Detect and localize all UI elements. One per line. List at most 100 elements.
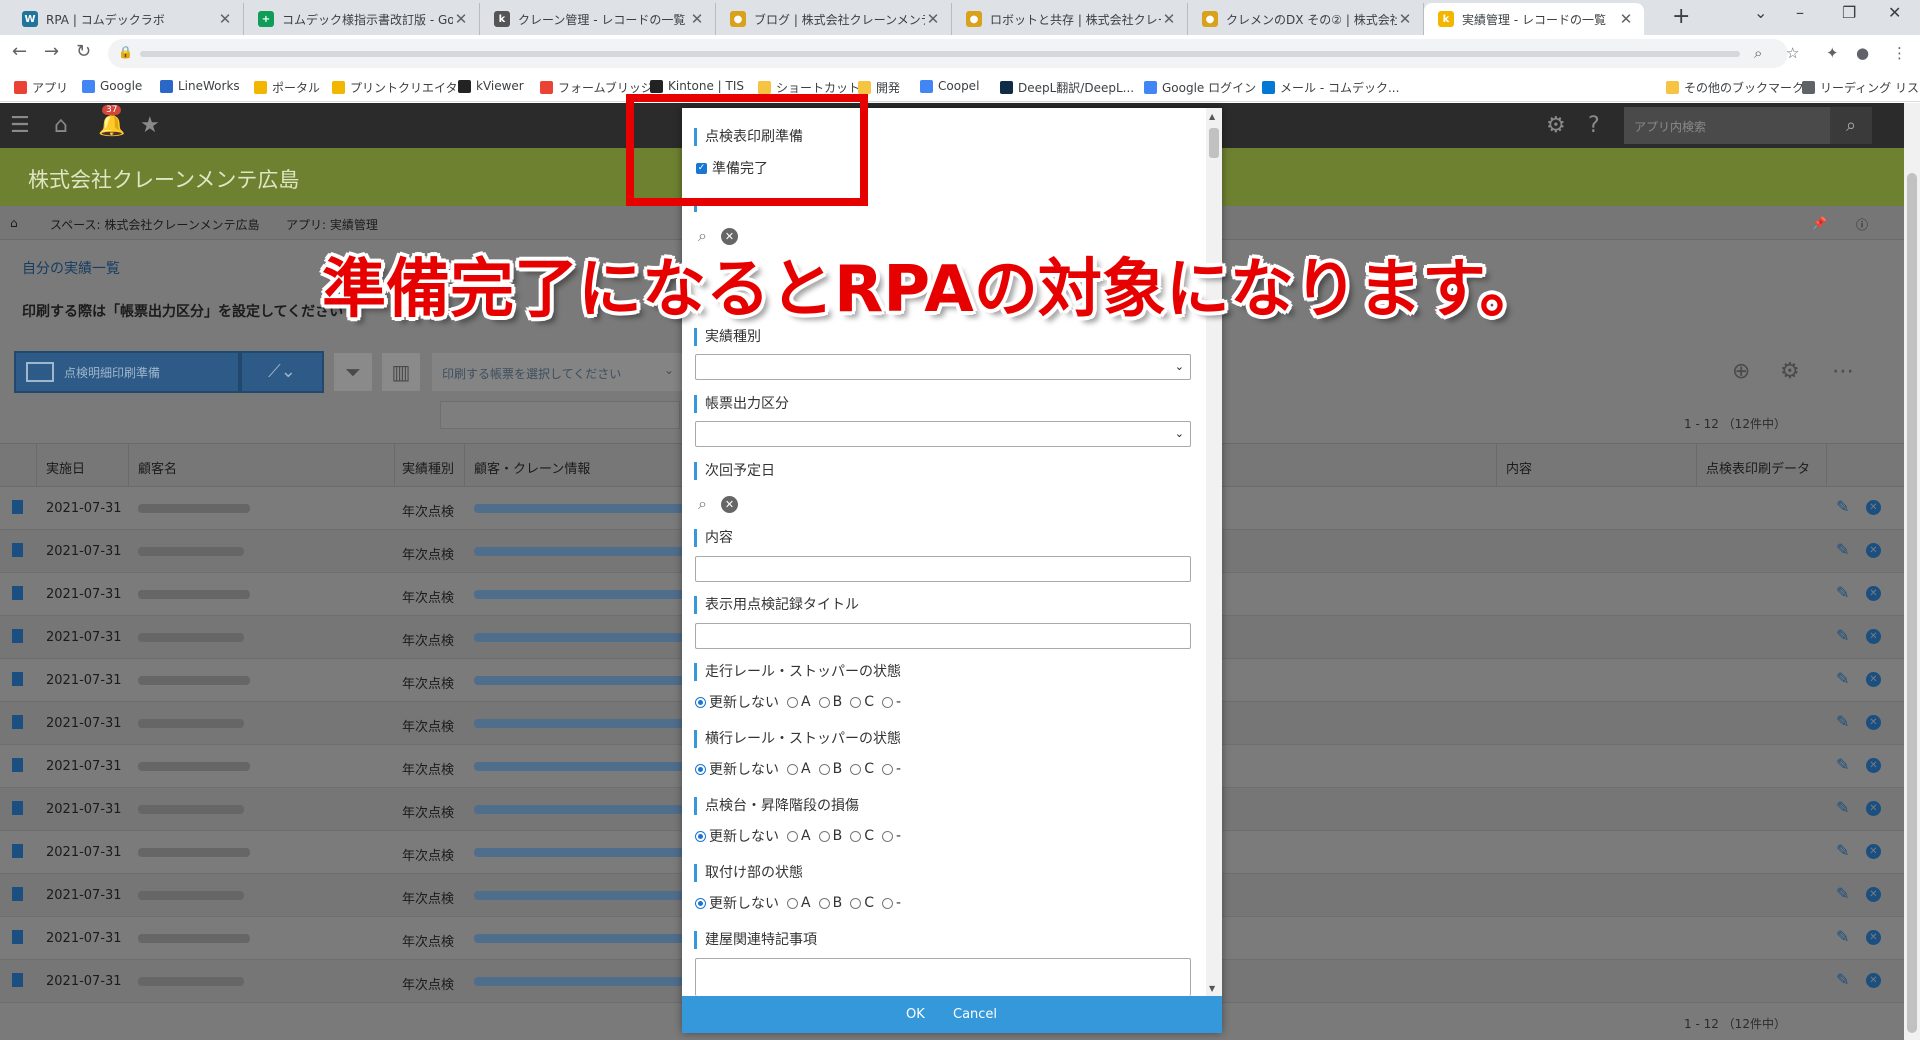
delete-icon[interactable]: ✕ xyxy=(1866,973,1881,988)
edit-pencil-icon[interactable]: ✎ xyxy=(1836,755,1849,774)
radio-empty-icon[interactable] xyxy=(787,897,798,909)
edit-pencil-icon[interactable]: ✎ xyxy=(1836,540,1849,559)
display-title-input[interactable] xyxy=(695,623,1191,649)
column-date[interactable]: 実施日 xyxy=(46,458,85,477)
profile-avatar-icon[interactable]: ● xyxy=(1856,44,1869,62)
bookmark-item[interactable]: Google ログイン xyxy=(1144,79,1256,96)
radio-option[interactable]: B xyxy=(818,694,842,710)
delete-icon[interactable]: ✕ xyxy=(1866,844,1881,859)
radio-empty-icon[interactable] xyxy=(850,897,862,909)
radio-empty-icon[interactable] xyxy=(850,830,862,842)
record-detail-icon[interactable] xyxy=(12,715,23,729)
bookmark-item[interactable]: Google xyxy=(82,79,142,93)
cell-crane-info-redacted[interactable] xyxy=(474,633,684,642)
browser-tab[interactable]: ● ロボットと共存 | 株式会社クレーンメ✕ xyxy=(952,3,1188,35)
help-icon[interactable]: ? xyxy=(1588,113,1600,138)
space-name[interactable]: 株式会社クレーンメンテ広島 xyxy=(28,164,299,194)
quick-filter-input[interactable] xyxy=(440,401,680,429)
record-detail-icon[interactable] xyxy=(12,973,23,987)
chart-icon[interactable]: ▥ xyxy=(382,353,420,391)
home-icon[interactable]: ⌂ xyxy=(54,113,68,138)
record-detail-icon[interactable] xyxy=(12,801,23,815)
cell-crane-info-redacted[interactable] xyxy=(474,676,684,685)
dialog-scrollbar-thumb[interactable] xyxy=(1209,128,1219,158)
page-scrollbar[interactable] xyxy=(1904,103,1920,1040)
bookmark-item[interactable]: メール - コムデック... xyxy=(1262,79,1399,96)
edit-pencil-icon[interactable]: ✎ xyxy=(1836,712,1849,731)
favorites-star-icon[interactable]: ★ xyxy=(140,113,160,138)
close-tab-icon[interactable]: ✕ xyxy=(453,10,469,28)
close-tab-icon[interactable]: ✕ xyxy=(1397,10,1413,28)
radio-option[interactable]: A xyxy=(787,694,811,710)
bookmark-item[interactable]: DeepL翻訳/DeepL... xyxy=(1000,79,1134,96)
menu-icon[interactable]: ☰ xyxy=(10,113,30,138)
radio-option[interactable]: A xyxy=(787,761,811,777)
bookmark-item[interactable]: プリントクリエイター xyxy=(332,79,470,96)
bookmark-item[interactable]: ポータル xyxy=(254,79,320,96)
browser-tab[interactable]: k クレーン管理 - レコードの一覧 ✕ xyxy=(480,3,716,35)
bookmark-item[interactable]: その他のブックマーク xyxy=(1666,79,1804,96)
bell-icon[interactable]: 🔔 xyxy=(98,113,125,138)
cell-crane-info-redacted[interactable] xyxy=(474,504,684,513)
radio-empty-icon[interactable] xyxy=(881,830,893,842)
column-content[interactable]: 内容 xyxy=(1506,458,1532,477)
radio-option[interactable]: 更新しない xyxy=(695,692,779,712)
delete-icon[interactable]: ✕ xyxy=(1866,887,1881,902)
close-tab-icon[interactable]: ✕ xyxy=(217,10,233,28)
edit-pencil-icon[interactable]: ✎ xyxy=(1836,841,1849,860)
record-detail-icon[interactable] xyxy=(12,672,23,686)
delete-icon[interactable]: ✕ xyxy=(1866,930,1881,945)
clear-icon[interactable]: ✕ xyxy=(720,495,738,513)
pin-icon[interactable]: 📌 xyxy=(1812,216,1827,230)
delete-icon[interactable]: ✕ xyxy=(1866,500,1881,515)
radio-selected-icon[interactable] xyxy=(695,897,706,909)
close-tab-icon[interactable]: ✕ xyxy=(925,10,941,28)
close-tab-icon[interactable]: ✕ xyxy=(1618,10,1634,28)
radio-empty-icon[interactable] xyxy=(881,696,893,708)
radio-option[interactable]: C xyxy=(850,895,874,911)
edit-pencil-icon[interactable]: ✎ xyxy=(1836,669,1849,688)
zoom-icon[interactable]: ⌕ xyxy=(1754,44,1762,62)
radio-empty-icon[interactable] xyxy=(881,763,893,775)
cell-crane-info-redacted[interactable] xyxy=(474,590,684,599)
bookmark-item[interactable]: アプリ xyxy=(14,79,68,96)
app-search-input[interactable]: アプリ内検索 ⌕ xyxy=(1624,107,1872,144)
output-select[interactable]: ⌄ xyxy=(695,421,1191,447)
browser-menu-icon[interactable]: ⋮ xyxy=(1892,44,1907,62)
new-tab-button[interactable]: + xyxy=(1672,4,1690,29)
kind-select[interactable]: ⌄ xyxy=(695,354,1191,380)
print-template-select[interactable]: 印刷する帳票を選択してください ⌄ xyxy=(432,353,682,391)
app-info-icon[interactable]: ⓘ xyxy=(1856,216,1868,233)
delete-icon[interactable]: ✕ xyxy=(1866,672,1881,687)
bookmark-item[interactable]: LineWorks xyxy=(160,79,240,93)
cell-crane-info-redacted[interactable] xyxy=(474,977,684,986)
record-detail-icon[interactable] xyxy=(12,758,23,772)
extensions-icon[interactable]: ✦ xyxy=(1826,44,1839,62)
breadcrumb-space[interactable]: スペース: 株式会社クレーンメンテ広島 xyxy=(50,216,259,233)
restore-button[interactable]: ❐ xyxy=(1842,3,1856,22)
radio-option[interactable]: A xyxy=(787,828,811,844)
radio-empty-icon[interactable] xyxy=(787,830,798,842)
address-bar[interactable]: 🔒 xyxy=(108,39,1788,68)
tab-search-icon[interactable]: ⌄ xyxy=(1754,3,1767,22)
radio-option[interactable]: - xyxy=(881,694,901,710)
radio-empty-icon[interactable] xyxy=(818,830,830,842)
record-detail-icon[interactable] xyxy=(12,930,23,944)
bookmark-item[interactable]: Coopel xyxy=(920,79,979,93)
edit-pencil-icon[interactable]: ✎ xyxy=(1836,970,1849,989)
magnifier-icon[interactable]: ⌕ xyxy=(698,494,707,514)
cell-crane-info-redacted[interactable] xyxy=(474,848,684,857)
view-select[interactable]: 点検明細印刷準備 xyxy=(14,351,240,393)
browser-tab[interactable]: k 実績管理 - レコードの一覧 ✕ xyxy=(1424,3,1644,35)
edit-pencil-icon[interactable]: ✎ xyxy=(1836,798,1849,817)
radio-option[interactable]: B xyxy=(818,895,842,911)
scroll-up-icon[interactable]: ▲ xyxy=(1209,112,1215,121)
radio-empty-icon[interactable] xyxy=(787,696,798,708)
radio-option[interactable]: B xyxy=(818,761,842,777)
delete-icon[interactable]: ✕ xyxy=(1866,629,1881,644)
close-tab-icon[interactable]: ✕ xyxy=(689,10,705,28)
radio-option[interactable]: 更新しない xyxy=(695,759,779,779)
cell-crane-info-redacted[interactable] xyxy=(474,547,684,556)
delete-icon[interactable]: ✕ xyxy=(1866,801,1881,816)
radio-option[interactable]: C xyxy=(850,828,874,844)
